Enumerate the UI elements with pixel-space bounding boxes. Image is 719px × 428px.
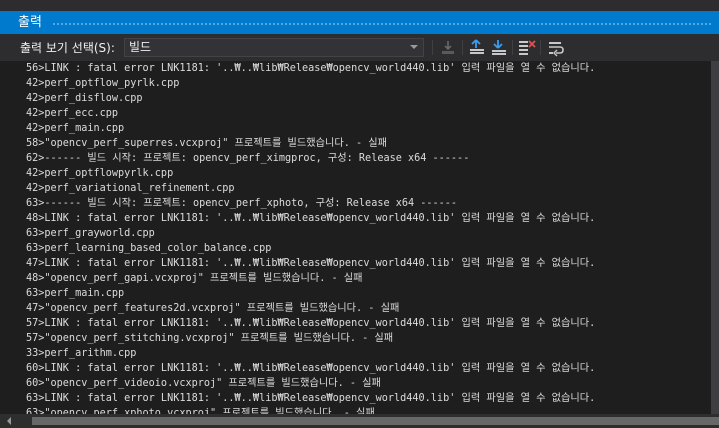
vertical-scrollbar[interactable]: [711, 61, 719, 414]
horizontal-scrollbar-thumb[interactable]: [32, 417, 719, 425]
goto-message-button[interactable]: [438, 38, 458, 57]
output-line: 47>LINK : fatal error LNK1181: '..₩..₩li…: [26, 258, 596, 269]
output-line: 60>LINK : fatal error LNK1181: '..₩..₩li…: [26, 363, 596, 374]
output-line: 62>------ 빌드 시작: 프로젝트: opencv_perf_ximgp…: [26, 153, 470, 164]
output-source-value: 빌드: [129, 40, 152, 54]
clear-all-button[interactable]: [517, 38, 537, 57]
toolbar-separator: [540, 40, 541, 55]
output-line: 63>"opencv_perf_xphoto.vcxproj" 프로젝트를 빌드…: [26, 408, 375, 414]
word-wrap-icon: [549, 42, 564, 57]
output-toolbar: 출력 보기 선택(S): 빌드: [0, 34, 719, 61]
output-line: 63>LINK : fatal error LNK1181: '..₩..₩li…: [26, 393, 596, 404]
output-text-area[interactable]: 56>LINK : fatal error LNK1181: '..₩..₩li…: [0, 61, 711, 414]
word-wrap-button[interactable]: [546, 38, 566, 57]
output-line: 48>LINK : fatal error LNK1181: '..₩..₩li…: [26, 213, 596, 224]
clear-all-icon: [519, 40, 536, 55]
drag-grip[interactable]: [52, 22, 713, 26]
next-message-icon: [492, 40, 506, 55]
scroll-left-icon[interactable]: [7, 417, 11, 425]
previous-message-button[interactable]: [467, 38, 487, 57]
output-line: 47>"opencv_perf_features2d.vcxproj" 프로젝트…: [26, 303, 400, 314]
output-panel-titlebar[interactable]: 출력: [0, 11, 719, 34]
output-line: 63>------ 빌드 시작: 프로젝트: opencv_perf_xphot…: [26, 198, 458, 209]
toolbar-separator: [432, 40, 433, 55]
window-top-strip: [0, 0, 719, 11]
show-output-from-label: 출력 보기 선택(S):: [20, 41, 115, 55]
output-line: 48>"opencv_perf_gapi.vcxproj" 프로젝트를 빌드했습…: [26, 273, 363, 284]
panel-title: 출력: [18, 15, 42, 30]
toolbar-separator: [462, 40, 463, 55]
output-line: 57>LINK : fatal error LNK1181: '..₩..₩li…: [26, 318, 596, 329]
horizontal-scrollbar[interactable]: [0, 414, 719, 428]
output-line: 42>perf_optflowpyrlk.cpp: [26, 168, 174, 179]
chevron-down-icon: [410, 45, 418, 49]
output-line: 33>perf_arithm.cpp: [26, 348, 137, 359]
output-line: 58>"opencv_perf_superres.vcxproj" 프로젝트를 …: [26, 138, 388, 149]
toolbar-separator: [512, 40, 513, 55]
next-message-button[interactable]: [489, 38, 509, 57]
output-line: 42>perf_optflow_pyrlk.cpp: [26, 78, 180, 89]
output-line: 60>"opencv_perf_videoio.vcxproj" 프로젝트를 빌…: [26, 378, 381, 389]
output-line: 56>LINK : fatal error LNK1181: '..₩..₩li…: [26, 63, 596, 74]
output-line: 42>perf_ecc.cpp: [26, 108, 119, 119]
output-line: 63>perf_grayworld.cpp: [26, 228, 155, 239]
output-line: 57>"opencv_perf_stitching.vcxproj" 프로젝트를…: [26, 333, 394, 344]
output-line: 42>perf_disflow.cpp: [26, 93, 143, 104]
previous-message-icon: [470, 39, 484, 54]
output-source-select[interactable]: 빌드: [124, 38, 424, 57]
output-line: 42>perf_variational_refinement.cpp: [26, 183, 235, 194]
output-line: 63>perf_learning_based_color_balance.cpp: [26, 243, 272, 254]
output-line: 63>perf_main.cpp: [26, 288, 125, 299]
goto-message-icon: [442, 41, 454, 54]
output-line: 42>perf_main.cpp: [26, 123, 125, 134]
